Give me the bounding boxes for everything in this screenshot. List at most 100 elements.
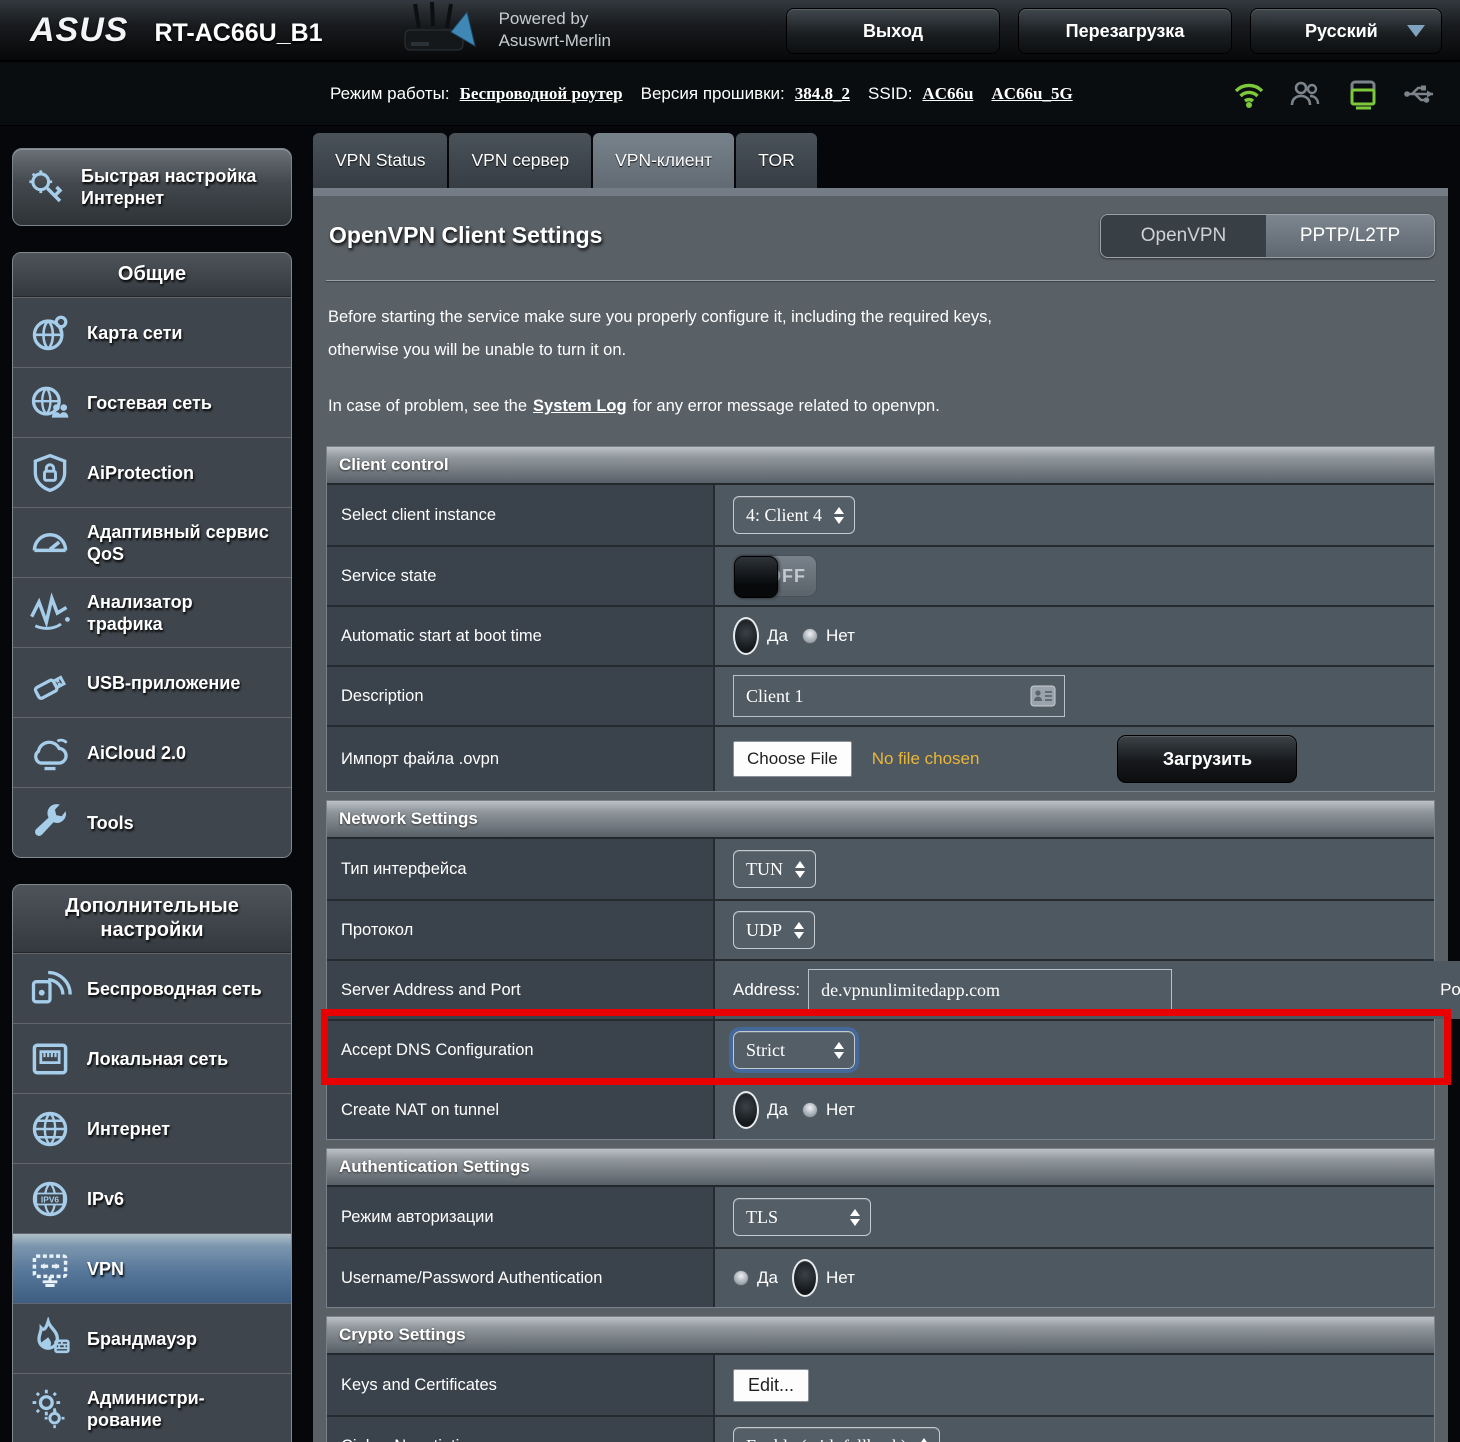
usb-app-icon <box>27 660 73 706</box>
sidebar-item-lan[interactable]: Локальная сеть <box>13 1023 291 1093</box>
status-icons <box>1232 78 1438 110</box>
pptp-l2tp-toggle-button[interactable]: PPTP/L2TP <box>1266 215 1434 257</box>
sidebar-item-label: AiProtection <box>87 462 194 484</box>
cipher-negotiation-select[interactable]: Enable (with fallback) <box>733 1427 940 1442</box>
language-selector[interactable]: Русский <box>1250 8 1442 54</box>
sidebar-item-ipv6[interactable]: IPV6 IPv6 <box>13 1163 291 1233</box>
keys-edit-button[interactable]: Edit... <box>733 1369 809 1402</box>
language-value: Русский <box>1305 21 1378 42</box>
sidebar: Быстрая настройка Интернет Общие Карта с… <box>12 126 292 1442</box>
title-divider <box>326 280 1435 281</box>
create-nat-radio-yes[interactable] <box>733 1091 759 1129</box>
sidebar-item-label: Карта сети <box>87 322 182 344</box>
asus-logo: ASUS <box>30 11 128 50</box>
select-arrows-icon <box>795 861 805 878</box>
service-state-toggle[interactable]: OFF <box>733 555 817 597</box>
powered-by-label: Powered by <box>499 8 611 30</box>
keys-certificates-label: Keys and Certificates <box>327 1355 715 1415</box>
sidebar-item-label: Интернет <box>87 1118 170 1140</box>
sidebar-item-aicloud[interactable]: AiCloud 2.0 <box>13 717 291 787</box>
sidebar-item-label: Администри- рование <box>87 1387 205 1431</box>
contact-card-icon[interactable] <box>1030 685 1056 707</box>
panel-head: OpenVPN Client Settings OpenVPN PPTP/L2T… <box>326 196 1435 280</box>
tab-vpn-client[interactable]: VPN-клиент <box>593 133 734 188</box>
create-nat-radio-no[interactable] <box>802 1102 818 1118</box>
table-row-userpass-auth: Username/Password Authentication Да Нет <box>327 1247 1434 1307</box>
table-row-description: Description Client 1 <box>327 665 1434 725</box>
userpass-radio-no[interactable] <box>792 1259 818 1297</box>
lan-icon <box>27 1036 73 1082</box>
firmware-version-link[interactable]: 384.8_2 <box>795 84 850 104</box>
openvpn-toggle-button[interactable]: OpenVPN <box>1101 215 1266 257</box>
select-arrows-icon <box>919 1438 929 1442</box>
sidebar-item-aiprotection[interactable]: AiProtection <box>13 437 291 507</box>
intro-line-1: Before starting the service make sure yo… <box>328 308 992 326</box>
autostart-label: Automatic start at boot time <box>327 607 715 665</box>
ssid-24g-link[interactable]: AC66u <box>922 84 973 104</box>
sidebar-item-wireless[interactable]: Беспроводная сеть <box>13 953 291 1023</box>
media-bridge-icon[interactable] <box>1344 78 1380 110</box>
quick-setup-button[interactable]: Быстрая настройка Интернет <box>12 148 292 226</box>
upload-button[interactable]: Загрузить <box>1117 735 1297 783</box>
syslog-note: In case of problem, see theSystem Logfor… <box>328 397 1433 416</box>
description-value: Client 1 <box>746 686 804 707</box>
client-instance-label: Select client instance <box>327 485 715 545</box>
sidebar-item-qos[interactable]: Адаптивный сервис QoS <box>13 507 291 577</box>
ssid-5g-link[interactable]: AC66u_5G <box>991 84 1072 104</box>
userpass-radio-yes[interactable] <box>733 1270 749 1286</box>
wifi-status-icon[interactable] <box>1232 79 1266 109</box>
sidebar-item-label: Локальная сеть <box>87 1048 228 1070</box>
autostart-radio-no[interactable] <box>802 628 818 644</box>
cipher-negotiation-label: Cipher Negotiation <box>327 1417 715 1442</box>
auth-mode-select[interactable]: TLS <box>733 1198 871 1236</box>
sidebar-item-label: USB-приложение <box>87 672 240 694</box>
autostart-radio-group: Да Нет <box>733 617 855 655</box>
address-input[interactable]: de.vpnunlimitedapp.com <box>808 969 1172 1011</box>
firmware-version-label: Версия прошивки: <box>641 84 785 104</box>
description-input[interactable]: Client 1 <box>733 675 1065 717</box>
clients-icon[interactable] <box>1288 79 1322 109</box>
userpass-radio-group: Да Нет <box>733 1259 855 1297</box>
reboot-button[interactable]: Перезагрузка <box>1018 8 1232 54</box>
tab-vpn-server[interactable]: VPN сервер <box>449 133 591 188</box>
content-column: VPN Status VPN сервер VPN-клиент TOR Ope… <box>313 126 1448 1442</box>
client-instance-select[interactable]: 4: Client 4 <box>733 496 855 534</box>
autostart-radio-yes[interactable] <box>733 617 759 655</box>
import-ovpn-label: Импорт файла .ovpn <box>327 727 715 791</box>
usb-icon[interactable] <box>1402 81 1438 107</box>
sidebar-item-vpn[interactable]: VPN <box>13 1233 291 1303</box>
sidebar-item-administration[interactable]: Администри- рование <box>13 1373 291 1442</box>
table-row-auth-mode: Режим авторизации TLS <box>327 1187 1434 1247</box>
sidebar-item-traffic-analyzer[interactable]: Анализатор трафика <box>13 577 291 647</box>
admin-icon <box>27 1386 73 1432</box>
interface-type-select[interactable]: TUN <box>733 850 816 888</box>
sidebar-item-usb-application[interactable]: USB-приложение <box>13 647 291 717</box>
crypto-settings-header: Crypto Settings <box>327 1317 1434 1355</box>
qos-icon <box>27 520 73 566</box>
choose-file-button[interactable]: Choose File <box>733 741 852 777</box>
sidebar-item-tools[interactable]: Tools <box>13 787 291 857</box>
tab-tor[interactable]: TOR <box>736 133 817 188</box>
radio-yes-label: Да <box>767 626 788 646</box>
traffic-analyzer-icon <box>27 590 73 636</box>
sidebar-item-firewall[interactable]: Брандмауэр <box>13 1303 291 1373</box>
select-arrows-icon <box>794 922 804 939</box>
system-log-link[interactable]: System Log <box>533 397 627 415</box>
radio-no-label: Нет <box>826 626 855 646</box>
vpn-icon <box>27 1246 73 1292</box>
logout-button[interactable]: Выход <box>786 8 1000 54</box>
port-label: Port: <box>1440 980 1460 1000</box>
protocol-select[interactable]: UDP <box>733 911 815 949</box>
sidebar-item-wan[interactable]: Интернет <box>13 1093 291 1163</box>
sidebar-item-label: AiCloud 2.0 <box>87 742 186 764</box>
accept-dns-select[interactable]: Strict <box>733 1031 855 1069</box>
authentication-settings-table: Authentication Settings Режим авторизаци… <box>326 1148 1435 1308</box>
sidebar-item-network-map[interactable]: Карта сети <box>13 297 291 367</box>
toggle-knob <box>734 556 778 598</box>
sidebar-item-guest-network[interactable]: Гостевая сеть <box>13 367 291 437</box>
sidebar-section-general: Общие Карта сети <box>12 252 292 858</box>
auth-mode-value: TLS <box>746 1207 778 1228</box>
operation-mode-label: Режим работы: <box>330 84 450 104</box>
tab-vpn-status[interactable]: VPN Status <box>313 133 447 188</box>
operation-mode-link[interactable]: Беспроводной роутер <box>460 84 623 104</box>
